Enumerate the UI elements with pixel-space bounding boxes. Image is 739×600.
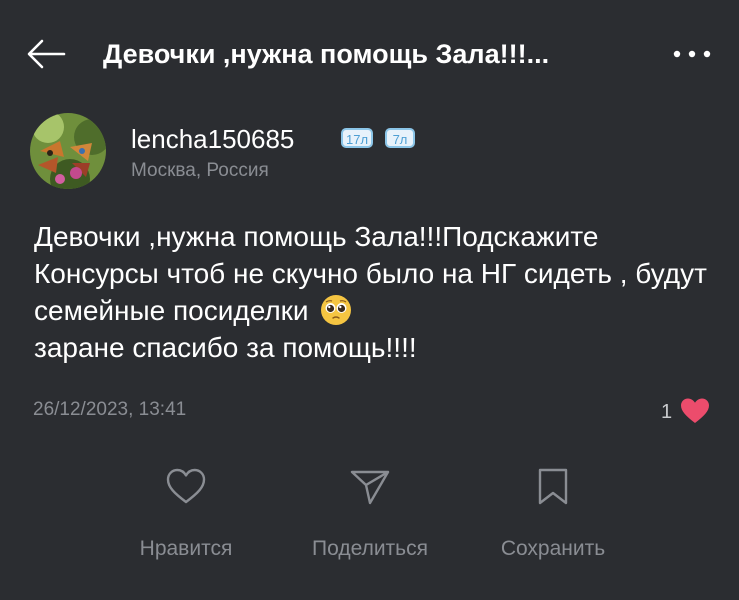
age-badge: 7л [385,128,415,148]
header: Девочки ,нужна помощь Зала!!!... [0,22,739,86]
age-badge: 17л [341,128,373,148]
save-button[interactable]: Сохранить [489,466,617,566]
author-location: Москва, Россия [131,160,269,181]
share-label: Поделиться [312,537,428,560]
like-count: 1 [661,401,673,423]
post-text-end: заране спасибо за помощь!!!! [34,332,417,363]
arrow-left-icon [27,39,66,69]
liked-heart-button[interactable] [680,397,710,425]
post-text-body: Девочки ,нужна помощь Зала!!!Подскажите … [34,221,707,326]
butterfly-avatar-icon [30,113,106,189]
more-options-button[interactable] [668,36,716,72]
author-username[interactable]: lencha150685 [131,123,294,155]
page-title: Девочки ,нужна помощь Зала!!!... [103,39,550,69]
screen: Девочки ,нужна помощь Зала!!!... lencha1… [0,0,739,600]
back-button[interactable] [24,36,68,72]
more-dots-icon [673,50,711,58]
share-button[interactable]: Поделиться [299,466,441,566]
post-date: 26/12/2023, 13:41 [33,399,187,420]
avatar[interactable] [30,113,106,189]
send-icon [350,470,390,505]
heart-filled-icon [681,398,709,423]
like-button[interactable]: Нравится [128,466,244,566]
bookmark-icon [538,468,568,505]
save-label: Сохранить [500,537,606,560]
heart-outline-icon [166,468,206,504]
pleading-face-icon [321,295,352,325]
like-label: Нравится [139,537,233,560]
post-text: Девочки ,нужна помощь Зала!!!Подскажите … [34,218,724,366]
